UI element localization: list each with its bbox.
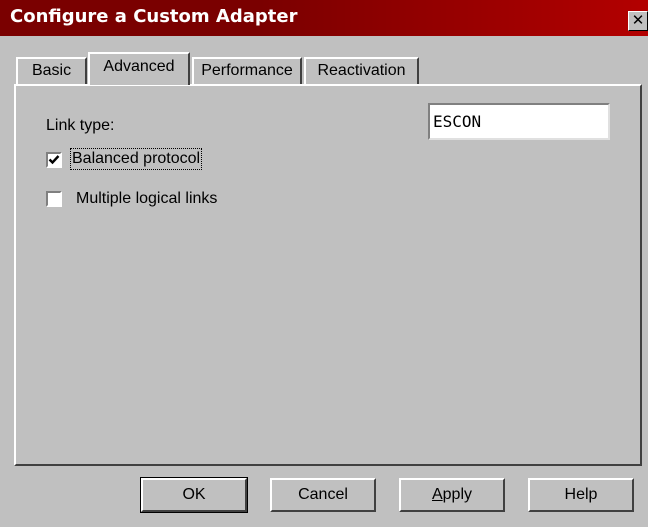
- title-bar[interactable]: Configure a Custom Adapter ✕: [0, 0, 648, 36]
- ok-button[interactable]: OK: [140, 477, 248, 513]
- link-type-label: Link type:: [46, 117, 115, 134]
- link-type-field[interactable]: [428, 103, 610, 140]
- dialog-window: Configure a Custom Adapter ✕ Basic Advan…: [0, 0, 648, 527]
- multiple-logical-links-checkbox[interactable]: [46, 191, 62, 207]
- window-title: Configure a Custom Adapter: [10, 6, 298, 27]
- tab-label: Reactivation: [317, 62, 406, 79]
- ok-button-label: OK: [182, 486, 206, 503]
- help-button[interactable]: Help: [528, 478, 634, 512]
- tab-basic[interactable]: Basic: [16, 57, 87, 84]
- close-icon: ✕: [631, 11, 645, 29]
- tab-reactivation[interactable]: Reactivation: [304, 57, 419, 84]
- apply-mnemonic: A: [431, 486, 443, 503]
- help-button-label: Help: [564, 486, 598, 503]
- tab-panel-advanced: [14, 84, 642, 466]
- tab-advanced[interactable]: Advanced: [88, 52, 190, 85]
- tab-performance[interactable]: Performance: [192, 57, 302, 84]
- balanced-protocol-checkbox[interactable]: [46, 152, 62, 168]
- apply-button-label: pply: [442, 486, 473, 503]
- balanced-protocol-label[interactable]: Balanced protocol: [69, 148, 203, 170]
- checkmark-icon: [48, 155, 60, 165]
- cancel-button[interactable]: Cancel: [270, 478, 376, 512]
- apply-button[interactable]: Apply: [399, 478, 505, 512]
- tab-label: Performance: [201, 62, 293, 79]
- tab-label: Advanced: [103, 58, 175, 75]
- cancel-button-label: Cancel: [298, 486, 348, 503]
- multiple-logical-links-label[interactable]: Multiple logical links: [76, 190, 217, 208]
- close-button[interactable]: ✕: [628, 11, 648, 31]
- tab-label: Basic: [31, 62, 72, 79]
